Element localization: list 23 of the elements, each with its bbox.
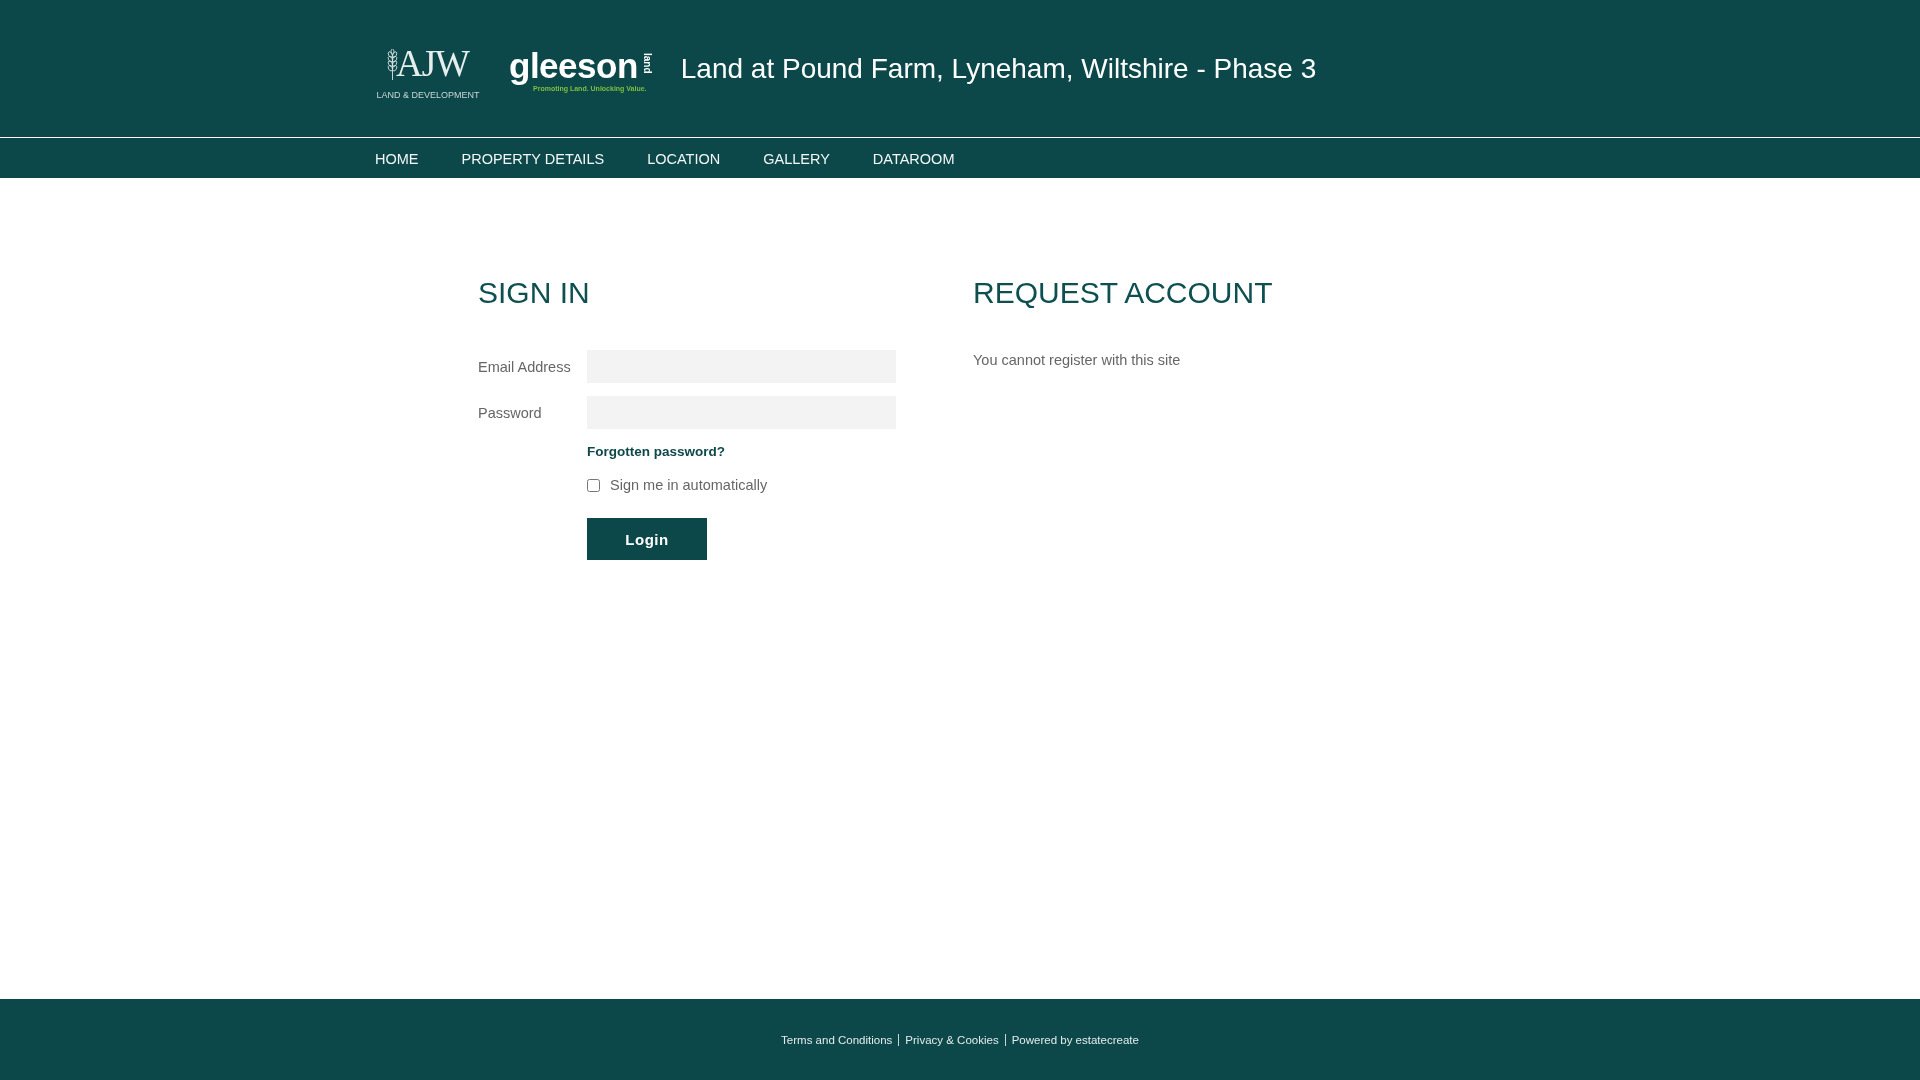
logo-wordmark: AJW <box>395 44 469 83</box>
checkbox[interactable] <box>587 478 600 492</box>
nav-link[interactable]: PROPERTY DETAILS <box>461 148 605 169</box>
nav-link[interactable]: GALLERY <box>763 148 830 169</box>
field-label: Email Address <box>478 357 572 377</box>
footer-link[interactable]: Privacy & Cookies <box>905 1031 999 1048</box>
section-heading: REQUEST ACCOUNT <box>973 275 1274 311</box>
logo-wordmark: gleeson <box>509 48 638 84</box>
info-text: You cannot register with this site <box>973 351 1182 370</box>
wheat-icon <box>386 48 398 80</box>
field-label: Password <box>478 403 543 423</box>
site-title: Land at Pound Farm, Lyneham, Wiltshire - Phase 3 <box>680 51 1317 86</box>
footer-link[interactable]: Powered by estatecreate <box>1011 1031 1139 1048</box>
section-heading: SIGN IN <box>478 275 591 311</box>
login-button[interactable]: Login <box>587 518 707 560</box>
footer-link[interactable]: Terms and Conditions <box>781 1031 893 1048</box>
checkbox-label: Sign me in automatically <box>610 476 768 494</box>
nav-link[interactable]: LOCATION <box>647 148 721 169</box>
nav-link[interactable]: HOME <box>375 148 419 169</box>
logo-tagline: LAND & DEVELOPMENT <box>376 88 480 101</box>
nav-link[interactable]: DATAROOM <box>872 148 955 169</box>
forgot-password-link[interactable]: Forgotten password? <box>587 443 725 461</box>
logo-suffix: land <box>640 53 653 74</box>
